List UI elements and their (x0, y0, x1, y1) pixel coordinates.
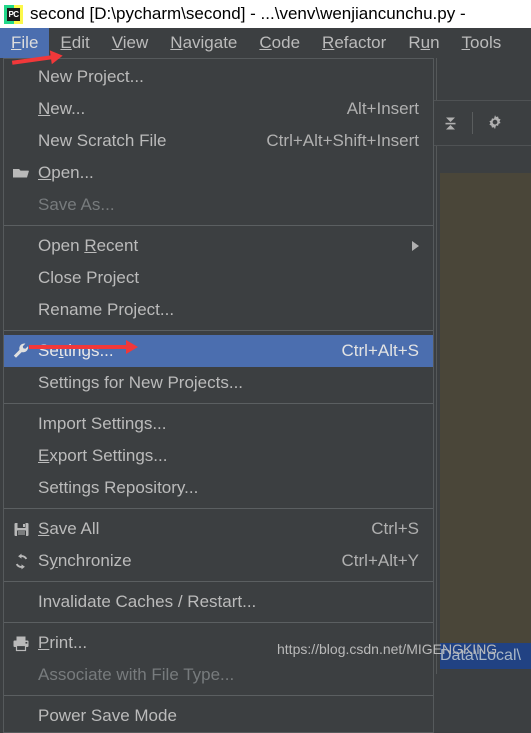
menu-item-label: Invalidate Caches / Restart... (38, 592, 257, 611)
menubar-item-label: Run (408, 33, 440, 52)
menu-item-label: Settings Repository... (38, 478, 199, 497)
menubar-item-label: Refactor (322, 33, 387, 52)
menu-item-new[interactable]: New... Alt+Insert (4, 93, 433, 125)
menu-item-save-all[interactable]: Save All Ctrl+S (4, 513, 433, 545)
watermark-text: https://blog.csdn.net/MIGENGKING (277, 641, 498, 657)
menu-item-shortcut: Ctrl+Alt+Shift+Insert (266, 131, 419, 150)
menu-separator (4, 695, 433, 696)
menubar-item-label: Code (259, 33, 301, 52)
menubar-item-view[interactable]: View (101, 28, 160, 58)
menu-item-associate-with-file-type: Associate with File Type... (4, 659, 433, 691)
settings-gear-icon[interactable] (478, 102, 512, 144)
menu-separator (4, 581, 433, 582)
menu-item-label: Power Save Mode (38, 706, 177, 725)
editor-olive-panel (440, 173, 531, 643)
menu-item-settings-repository[interactable]: Settings Repository... (4, 472, 433, 504)
menu-item-rename-project[interactable]: Rename Project... (4, 294, 433, 326)
menubar-item-navigate[interactable]: Navigate (159, 28, 248, 58)
pycharm-logo-text: PC (7, 7, 20, 21)
annotation-arrow-settings (29, 340, 138, 354)
menu-item-label: Settings for New Projects... (38, 373, 244, 392)
editor-lower-panel (437, 669, 531, 732)
menu-item-label: Open... (38, 163, 94, 182)
menu-item-invalidate-caches-restart[interactable]: Invalidate Caches / Restart... (4, 586, 433, 618)
menu-item-shortcut: Ctrl+Alt+S (341, 341, 419, 360)
menu-item-power-save-mode[interactable]: Power Save Mode (4, 700, 433, 732)
menu-item-export-settings[interactable]: Export Settings... (4, 440, 433, 472)
menu-item-import-settings[interactable]: Import Settings... (4, 408, 433, 440)
menu-item-label: Close Project (38, 268, 140, 287)
menu-item-shortcut: Ctrl+Alt+Y (341, 551, 419, 570)
menu-item-label: Import Settings... (38, 414, 167, 433)
menu-item-label: Open Recent (38, 236, 139, 255)
menu-item-open[interactable]: Open... (4, 157, 433, 189)
menu-separator (4, 403, 433, 404)
menu-separator (4, 330, 433, 331)
menu-item-synchronize[interactable]: Synchronize Ctrl+Alt+Y (4, 545, 433, 577)
menubar-item-refactor[interactable]: Refactor (311, 28, 397, 58)
menu-item-label: Save All (38, 519, 100, 538)
menu-item-shortcut: Ctrl+S (371, 519, 419, 538)
tool-window-toolbar (433, 100, 531, 146)
menu-item-open-recent[interactable]: Open Recent (4, 230, 433, 262)
menubar-item-label: Tools (461, 33, 502, 52)
file-dropdown-menu: New Project... New... Alt+Insert New Scratc… (3, 58, 434, 733)
menu-item-settings[interactable]: Settings... Ctrl+Alt+S (4, 335, 433, 367)
pycharm-logo-icon: PC (4, 4, 23, 24)
menu-item-label: New... (38, 99, 86, 118)
menu-item-label: New Scratch File (38, 131, 167, 150)
menu-item-label: Synchronize (38, 551, 132, 570)
save-icon (4, 521, 38, 538)
menu-item-close-project[interactable]: Close Project (4, 262, 433, 294)
menu-item-label: Rename Project... (38, 300, 175, 319)
menu-item-shortcut: Alt+Insert (346, 99, 419, 118)
window-title: second [D:\pycharm\second] - ...\venv\we… (30, 4, 466, 23)
toolbar-divider (472, 112, 473, 134)
menubar-item-label: View (111, 33, 149, 52)
menu-item-label: Print... (38, 633, 88, 652)
menu-item-new-scratch-file[interactable]: New Scratch File Ctrl+Alt+Shift+Insert (4, 125, 433, 157)
sync-icon (4, 553, 38, 570)
menu-item-settings-for-new-projects[interactable]: Settings for New Projects... (4, 367, 433, 399)
menu-item-label: Settings... (38, 341, 114, 360)
menubar-item-run[interactable]: Run (397, 28, 450, 58)
menubar-item-label: Edit (60, 33, 90, 52)
menubar-item-label: Navigate (170, 33, 238, 52)
menu-item-new-project[interactable]: New Project... (4, 61, 433, 93)
menu-item-label: New Project... (38, 67, 144, 86)
panel-divider (436, 58, 437, 674)
menu-separator (4, 622, 433, 623)
menu-item-save-as: Save As... (4, 189, 433, 221)
title-bar: PC second [D:\pycharm\second] - ...\venv… (0, 0, 531, 28)
print-icon (4, 635, 38, 652)
menubar-item-label: File (11, 33, 39, 52)
collapse-all-icon[interactable] (433, 102, 467, 144)
menubar-item-tools[interactable]: Tools (451, 28, 513, 58)
menu-separator (4, 508, 433, 509)
menubar-item-code[interactable]: Code (248, 28, 311, 58)
folder-icon (4, 164, 38, 182)
menu-item-label: Export Settings... (38, 446, 168, 465)
menu-item-label: Associate with File Type... (38, 665, 235, 684)
menu-bar: File Edit View Navigate Code Refactor Run Tools (0, 28, 531, 58)
menu-item-label: Save As... (38, 195, 115, 214)
menu-separator (4, 225, 433, 226)
menubar-item-file[interactable]: File (0, 28, 50, 58)
submenu-chevron-icon (412, 241, 419, 251)
